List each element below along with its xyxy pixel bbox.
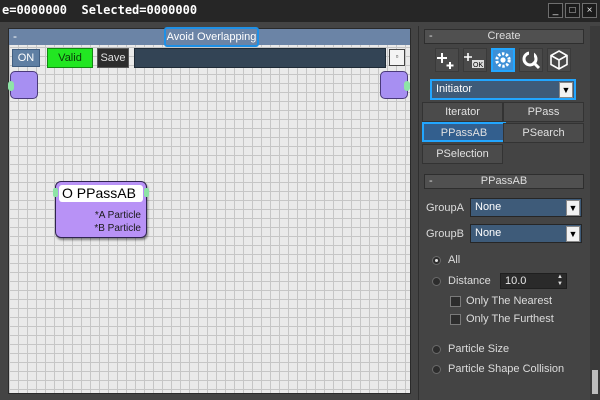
left-edge-node[interactable] xyxy=(8,71,38,99)
wrench-icon[interactable] xyxy=(519,48,543,72)
ok-icon[interactable]: OK xyxy=(463,48,487,72)
groupb-value: None xyxy=(475,227,502,239)
distance-label: Distance xyxy=(448,275,491,287)
distance-spinner[interactable]: 10.0 ▲ ▼ xyxy=(500,273,567,289)
only-furthest-checkbox[interactable] xyxy=(450,314,461,325)
cube-icon[interactable] xyxy=(547,48,571,72)
particle-size-radio[interactable] xyxy=(432,345,441,354)
all-radio[interactable] xyxy=(432,256,441,265)
right-node-port[interactable] xyxy=(404,81,410,91)
ppassab-rollout-header[interactable]: - PPassAB xyxy=(424,174,584,189)
create-collapse-toggle[interactable]: - xyxy=(429,30,433,43)
gear-icon[interactable] xyxy=(491,48,515,72)
window-title: e=0000000 Selected=0000000 xyxy=(2,3,198,17)
ppassab-node[interactable]: O PPassAB *A Particle *B Particle xyxy=(53,181,149,238)
view-collapse-button[interactable]: - xyxy=(13,29,17,43)
view-title[interactable]: Avoid Overlapping xyxy=(164,27,259,47)
left-node-port[interactable] xyxy=(8,81,14,91)
node-output-a[interactable]: *A Particle xyxy=(95,210,141,221)
operator-type-value: Initiator xyxy=(436,83,473,95)
toolbar-small-button[interactable]: ▫ xyxy=(389,49,405,66)
ppassab-button[interactable]: PPassAB xyxy=(422,122,506,142)
distance-radio[interactable] xyxy=(432,277,441,286)
chevron-down-icon[interactable]: ▼ xyxy=(566,200,580,216)
groupa-label: GroupA xyxy=(426,202,464,214)
distance-value[interactable]: 10.0 xyxy=(505,275,526,287)
psearch-button[interactable]: PSearch xyxy=(503,123,584,143)
save-button[interactable]: Save xyxy=(97,48,129,68)
groupa-dropdown[interactable]: None ▼ xyxy=(470,198,582,217)
only-nearest-checkbox[interactable] xyxy=(450,296,461,307)
node-output-b[interactable]: *B Particle xyxy=(94,223,141,234)
minimize-button[interactable]: _ xyxy=(548,3,563,18)
chevron-down-icon[interactable]: ▼ xyxy=(566,226,580,242)
groupb-dropdown[interactable]: None ▼ xyxy=(470,224,582,243)
shape-collision-radio[interactable] xyxy=(432,365,441,374)
shape-collision-label: Particle Shape Collision xyxy=(448,363,565,375)
valid-button[interactable]: Valid xyxy=(47,48,93,68)
window-titlebar: e=0000000 Selected=0000000 _ □ × xyxy=(0,0,600,22)
on-button[interactable]: ON xyxy=(12,49,40,67)
maximize-button[interactable]: □ xyxy=(565,3,580,18)
ppass-button[interactable]: PPass xyxy=(503,102,584,122)
iterator-button[interactable]: Iterator xyxy=(422,102,503,122)
panel-scrollbar[interactable] xyxy=(590,26,600,400)
create-rollout-header[interactable]: - Create xyxy=(424,29,584,44)
particle-view[interactable]: - Avoid Overlapping ON Valid Save ▫ O PP… xyxy=(8,27,411,394)
operator-type-dropdown[interactable]: Initiator ▼ xyxy=(430,79,576,100)
spinner-arrows-icon[interactable]: ▲ ▼ xyxy=(555,274,565,288)
groupb-label: GroupB xyxy=(426,228,464,240)
groupa-value: None xyxy=(475,201,502,213)
close-button[interactable]: × xyxy=(582,3,597,18)
pselection-button[interactable]: PSelection xyxy=(422,144,503,164)
add-operator-icon[interactable] xyxy=(435,48,459,72)
ppassab-input-port[interactable] xyxy=(53,188,58,197)
svg-text:OK: OK xyxy=(473,62,483,69)
view-toolbar: ON Valid Save ▫ xyxy=(9,47,410,69)
only-furthest-label: Only The Furthest xyxy=(466,313,554,325)
particle-size-label: Particle Size xyxy=(448,343,510,355)
ppassab-header-label: PPassAB xyxy=(480,175,528,187)
ppassab-node-title: O PPassAB xyxy=(59,185,143,202)
chevron-down-icon[interactable]: ▼ xyxy=(559,82,573,98)
create-header-label: Create xyxy=(487,30,521,42)
all-label: All xyxy=(448,254,461,266)
only-nearest-label: Only The Nearest xyxy=(466,295,553,307)
ppassab-collapse-toggle[interactable]: - xyxy=(429,175,433,188)
right-edge-node[interactable] xyxy=(380,71,410,99)
scrollbar-thumb[interactable] xyxy=(592,370,598,394)
script-name-field[interactable] xyxy=(134,48,386,68)
ppassab-output-port[interactable] xyxy=(144,188,149,197)
